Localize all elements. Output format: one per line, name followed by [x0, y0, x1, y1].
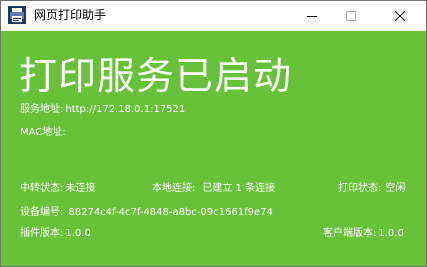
status-panel: 打印服务已启动 服务地址: http://172.18.0.1:17521 MAC…	[1, 31, 426, 266]
close-button[interactable]	[382, 1, 418, 31]
printer-app-icon	[8, 6, 26, 24]
service-address-value: http://172.18.0.1:17521	[65, 104, 186, 115]
window-title: 网页打印助手	[34, 8, 107, 22]
client-version-label: 客户端版本:	[323, 228, 377, 239]
service-status-heading: 打印服务已启动	[19, 54, 293, 98]
maximize-icon	[346, 11, 356, 21]
relay-status-value: 未连接	[65, 183, 96, 194]
service-address-label: 服务地址:	[20, 104, 64, 115]
mac-address-label: MAC地址:	[20, 127, 66, 138]
client-version-value: 1.0.0	[378, 228, 404, 239]
relay-status-row: 中转状态: 未连接	[20, 182, 95, 195]
print-status-label: 打印状态:	[338, 183, 382, 194]
local-connection-label: 本地连接:	[152, 183, 196, 194]
device-id-label: 设备编号:	[20, 207, 64, 218]
device-id-value: 88274c4f-4c7f-4848-a8bc-09c1661f9e74	[68, 207, 273, 218]
device-id-row: 设备编号: 88274c4f-4c7f-4848-a8bc-09c1661f9e7…	[20, 206, 273, 219]
plugin-version-label: 插件版本:	[20, 228, 64, 239]
plugin-version-value: 1.0.0	[65, 228, 91, 239]
mac-address-row: MAC地址:	[20, 126, 68, 139]
minimize-icon	[307, 16, 317, 17]
local-connection-value: 已建立 1 条连接	[202, 183, 276, 194]
local-connection-row: 本地连接: 已建立 1 条连接	[152, 182, 275, 195]
print-status-value: 空闲	[385, 183, 406, 194]
minimize-button[interactable]	[294, 1, 330, 31]
client-version-row: 客户端版本: 1.0.0	[323, 227, 404, 240]
service-address-row: 服务地址: http://172.18.0.1:17521	[20, 103, 185, 116]
title-bar[interactable]: 网页打印助手	[1, 1, 426, 31]
print-status-row: 打印状态: 空闲	[338, 182, 405, 195]
maximize-button[interactable]	[333, 1, 369, 31]
app-window: 网页打印助手 打印服务已启动 服务地址: http://172.18.0.1:17…	[0, 0, 427, 267]
relay-status-label: 中转状态:	[20, 183, 64, 194]
close-icon	[395, 11, 405, 21]
plugin-version-row: 插件版本: 1.0.0	[20, 227, 91, 240]
